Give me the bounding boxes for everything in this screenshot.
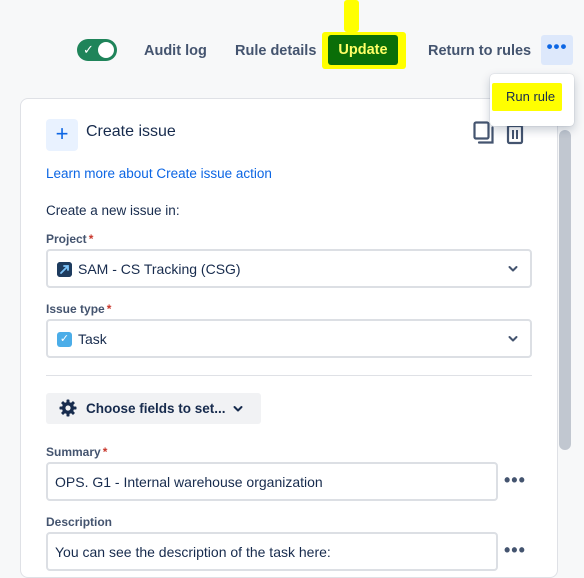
issue-type-label-text: Issue type — [46, 302, 105, 316]
run-rule-menu-item[interactable]: Run rule — [506, 89, 555, 104]
return-to-rules-button[interactable]: Return to rules — [428, 36, 531, 66]
plus-icon: + — [46, 119, 78, 151]
summary-label: Summary * — [46, 445, 107, 459]
toggle-knob — [98, 42, 114, 58]
description-input[interactable]: You can see the description of the task … — [46, 532, 498, 571]
learn-more-link[interactable]: Learn more about Create issue action — [46, 166, 272, 181]
highlighter-mark — [344, 0, 359, 32]
rule-details-button[interactable]: Rule details — [235, 36, 316, 66]
project-label: Project * — [46, 232, 93, 246]
create-in-heading: Create a new issue in: — [46, 203, 180, 218]
more-actions-button[interactable]: ••• — [541, 35, 573, 65]
chevron-down-icon — [508, 336, 518, 342]
check-icon: ✓ — [83, 42, 94, 57]
panel-title: Create issue — [86, 123, 176, 140]
more-icon: ••• — [546, 37, 568, 56]
required-marker: * — [88, 232, 94, 246]
summary-input[interactable]: OPS. G1 - Internal warehouse organizatio… — [46, 462, 498, 501]
project-icon — [57, 262, 72, 277]
chevron-down-icon — [233, 406, 243, 412]
issue-type-select[interactable]: ✓ Task — [46, 319, 532, 358]
required-marker: * — [102, 445, 108, 459]
project-value: SAM - CS Tracking (CSG) — [78, 261, 241, 277]
project-label-text: Project — [46, 232, 87, 246]
gear-icon — [59, 399, 77, 417]
summary-more-icon[interactable]: ••• — [504, 471, 530, 493]
choose-fields-label: Choose fields to set... — [86, 401, 226, 416]
required-marker: * — [106, 302, 112, 316]
summary-label-text: Summary — [46, 445, 101, 459]
issue-type-value: Task — [78, 331, 107, 347]
task-icon: ✓ — [57, 332, 72, 347]
more-actions-menu: Run rule — [490, 74, 574, 126]
section-divider — [46, 375, 532, 376]
description-more-icon[interactable]: ••• — [504, 541, 530, 563]
rule-enabled-toggle[interactable]: ✓ — [77, 39, 117, 61]
issue-type-label: Issue type * — [46, 302, 111, 316]
chevron-down-icon — [508, 266, 518, 272]
create-issue-panel: + Create issue Learn more about Create i… — [20, 98, 558, 578]
description-label: Description — [46, 515, 113, 529]
panel-scrollbar[interactable] — [559, 130, 571, 450]
update-button[interactable]: Update — [328, 35, 398, 65]
choose-fields-button[interactable]: Choose fields to set... — [46, 393, 261, 424]
audit-log-button[interactable]: Audit log — [144, 36, 207, 66]
project-select[interactable]: SAM - CS Tracking (CSG) — [46, 249, 532, 288]
